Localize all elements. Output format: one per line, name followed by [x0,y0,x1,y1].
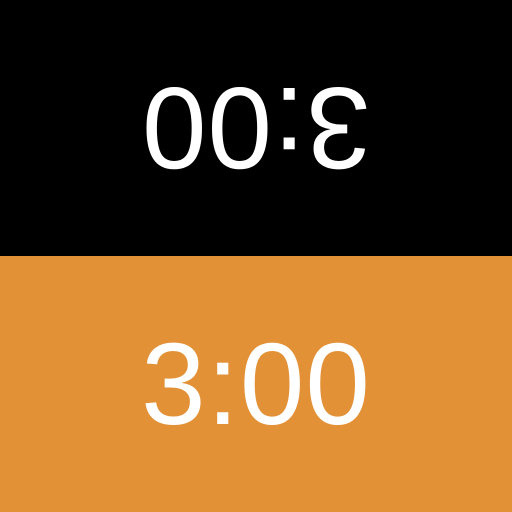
bottom-player-time: 3:00 [141,319,371,449]
top-player-clock-button[interactable]: 3:00 [0,0,512,256]
top-player-time: 3:00 [141,63,371,193]
bottom-player-clock-button[interactable]: 3:00 [0,256,512,512]
chess-clock: 3:00 3:00 [0,0,512,512]
